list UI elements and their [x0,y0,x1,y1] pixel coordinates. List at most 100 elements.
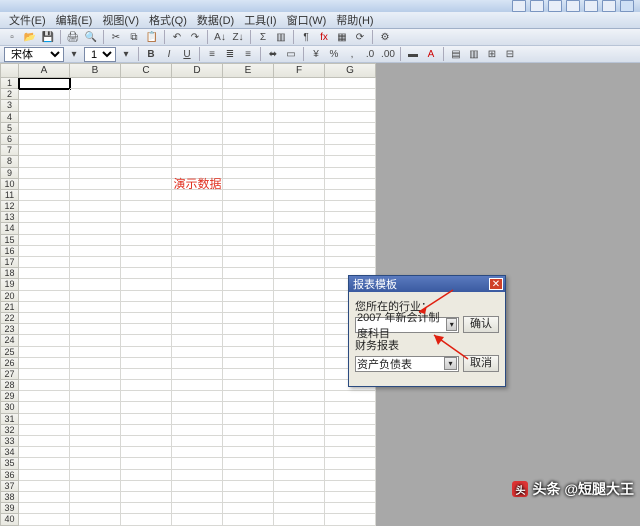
cell[interactable] [121,100,172,111]
cell[interactable] [325,201,376,212]
cell[interactable] [223,470,274,481]
cell[interactable] [172,324,223,335]
cell[interactable] [274,447,325,458]
sort-asc-icon[interactable]: A↓ [212,29,228,45]
copy-icon[interactable]: ⧉ [126,29,142,45]
cell[interactable] [172,89,223,100]
col-header[interactable]: D [172,63,223,78]
row-header[interactable]: 9 [0,168,19,179]
cell[interactable] [172,246,223,257]
align-center-icon[interactable]: ≣ [222,46,238,62]
cell[interactable] [274,347,325,358]
cell[interactable] [172,257,223,268]
cell[interactable] [274,414,325,425]
titlebar-icon[interactable] [584,0,598,12]
undo-icon[interactable]: ↶ [169,29,185,45]
comma-icon[interactable]: , [344,46,360,62]
cell[interactable] [121,436,172,447]
col-header[interactable]: G [325,63,376,78]
cell[interactable] [121,268,172,279]
titlebar-icon[interactable] [566,0,580,12]
cell[interactable] [19,481,70,492]
cell[interactable] [274,425,325,436]
cell[interactable] [121,235,172,246]
row-header[interactable]: 1 [0,78,19,89]
bold-icon[interactable]: B [143,46,159,62]
cell[interactable] [223,179,274,190]
cell[interactable] [19,100,70,111]
open-icon[interactable]: 📂 [22,29,38,45]
cell[interactable] [274,458,325,469]
cell[interactable] [274,470,325,481]
cell[interactable] [325,145,376,156]
sum-icon[interactable]: Σ [255,29,271,45]
cell[interactable] [70,223,121,234]
cell[interactable] [274,268,325,279]
cell[interactable] [172,447,223,458]
paragraph-icon[interactable]: ¶ [298,29,314,45]
menu-tools[interactable]: 工具(I) [239,12,281,28]
cell[interactable] [223,335,274,346]
cell[interactable] [223,402,274,413]
row-header[interactable]: 13 [0,212,19,223]
save-icon[interactable]: 💾 [40,29,56,45]
print-icon[interactable]: 🖨 [65,29,81,45]
chevron-down-icon[interactable]: ▾ [444,357,457,370]
cell[interactable] [19,380,70,391]
cell[interactable] [70,447,121,458]
row-header[interactable]: 19 [0,279,19,290]
dec-decimal-icon[interactable]: .00 [380,46,396,62]
row-header[interactable]: 15 [0,235,19,246]
chart-icon[interactable]: ▥ [273,29,289,45]
cell[interactable] [274,369,325,380]
cell[interactable] [172,481,223,492]
row-header[interactable]: 34 [0,447,19,458]
cell[interactable] [19,335,70,346]
cell[interactable] [274,481,325,492]
cell[interactable] [274,145,325,156]
new-icon[interactable]: ▫ [4,29,20,45]
cell[interactable] [19,425,70,436]
cell[interactable] [223,112,274,123]
cell[interactable] [121,257,172,268]
row-header[interactable]: 23 [0,324,19,335]
cell[interactable] [70,481,121,492]
cell[interactable] [172,156,223,167]
row-header[interactable]: 14 [0,223,19,234]
cell[interactable] [70,89,121,100]
cell[interactable] [70,179,121,190]
cell[interactable] [121,112,172,123]
cell[interactable] [172,291,223,302]
cell[interactable] [121,414,172,425]
cell[interactable] [19,223,70,234]
cell[interactable] [121,179,172,190]
cell[interactable] [325,190,376,201]
cell[interactable] [223,257,274,268]
cell[interactable] [19,123,70,134]
cell[interactable] [70,492,121,503]
cell[interactable] [121,425,172,436]
cell[interactable] [121,447,172,458]
cell[interactable] [121,134,172,145]
cell[interactable] [325,425,376,436]
cell[interactable] [325,89,376,100]
cell[interactable] [70,279,121,290]
cell[interactable] [121,347,172,358]
cell[interactable] [325,257,376,268]
cell[interactable] [274,492,325,503]
cell[interactable] [172,134,223,145]
select-all-corner[interactable] [0,63,19,78]
cell[interactable] [19,112,70,123]
cell[interactable] [70,335,121,346]
cell[interactable] [274,380,325,391]
cell[interactable] [274,112,325,123]
cell[interactable] [70,201,121,212]
cell[interactable] [274,291,325,302]
cell[interactable] [19,347,70,358]
cell[interactable] [172,380,223,391]
cell[interactable] [70,257,121,268]
paste-icon[interactable]: 📋 [144,29,160,45]
cell[interactable] [121,458,172,469]
cell[interactable] [121,201,172,212]
cell[interactable] [19,212,70,223]
